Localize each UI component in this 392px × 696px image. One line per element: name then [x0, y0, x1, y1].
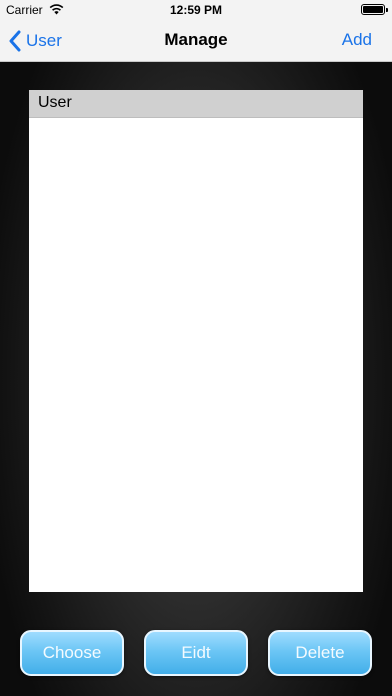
- navigation-bar: User Manage Add: [0, 20, 392, 62]
- main-content: User Choose Eidt Delete: [0, 62, 392, 696]
- add-button[interactable]: Add: [342, 30, 372, 50]
- status-time: 12:59 PM: [169, 3, 223, 17]
- user-list[interactable]: [29, 118, 363, 592]
- battery-icon: [361, 4, 388, 15]
- top-bar: Carrier 12:59 PM User Manage Add: [0, 0, 392, 62]
- delete-button[interactable]: Delete: [268, 630, 372, 676]
- choose-button[interactable]: Choose: [20, 630, 124, 676]
- edit-button[interactable]: Eidt: [144, 630, 248, 676]
- list-header: User: [29, 90, 363, 118]
- battery-fill: [363, 6, 383, 13]
- user-list-panel: User: [29, 90, 363, 592]
- page-title: Manage: [164, 30, 228, 49]
- status-bar: Carrier 12:59 PM: [0, 0, 392, 20]
- battery-nub: [386, 8, 388, 12]
